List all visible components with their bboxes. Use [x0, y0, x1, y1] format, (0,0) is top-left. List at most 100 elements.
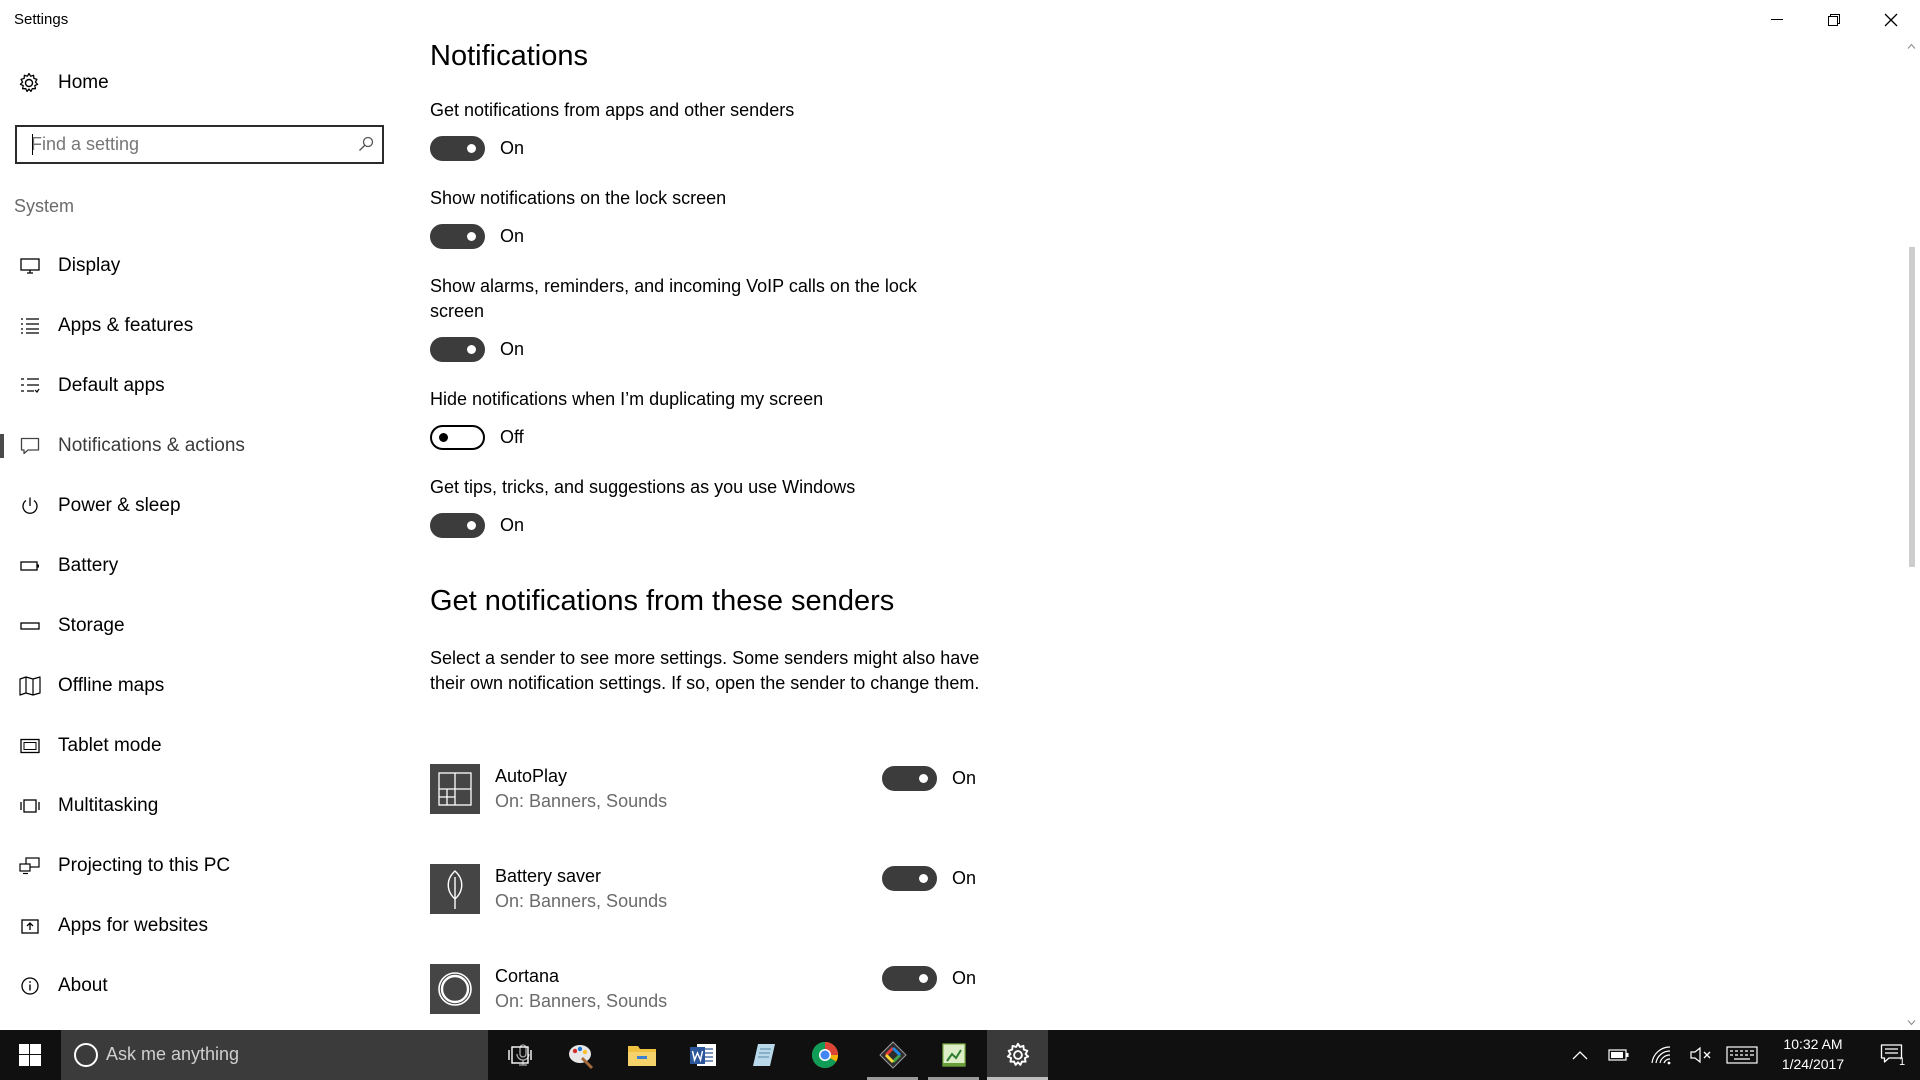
taskbar-app-settings[interactable]	[987, 1030, 1048, 1080]
sidebar: Home System Display Apps & features Defa…	[0, 40, 400, 1030]
close-button[interactable]	[1862, 0, 1919, 40]
taskbar-app-notes[interactable]	[733, 1030, 794, 1080]
sender-autoplay[interactable]: AutoPlay On: Banners, Sounds On	[430, 764, 1030, 816]
search-icon[interactable]	[358, 136, 374, 152]
volume-muted-icon	[1690, 1046, 1711, 1064]
multitasking-icon	[20, 799, 40, 813]
scrollbar-thumb[interactable]	[1909, 247, 1915, 567]
paint-icon	[568, 1045, 593, 1070]
setting-label: Hide notifications when I’m duplicating …	[430, 389, 824, 409]
sidebar-item-label: Apps & features	[58, 315, 194, 336]
taskbar-app-sheet[interactable]	[923, 1030, 984, 1080]
default-apps-icon	[21, 378, 40, 393]
toggle-switch[interactable]	[430, 223, 485, 249]
clock-date: 1/24/2017	[1781, 1056, 1845, 1072]
sender-toggle[interactable]: On	[882, 966, 976, 991]
network-tray-button[interactable]	[1644, 1030, 1678, 1080]
sidebar-item-battery[interactable]: Battery	[0, 546, 400, 586]
toggle-switch[interactable]	[882, 966, 937, 991]
sidebar-item-default-apps[interactable]: Default apps	[0, 366, 400, 406]
sender-detail: On: Banners, Sounds	[495, 991, 668, 1011]
clock-time: 10:32 AM	[1783, 1036, 1843, 1052]
battery-icon	[20, 561, 39, 571]
cortana-search-box[interactable]: Ask me anything	[61, 1030, 530, 1080]
show-hidden-icons-button[interactable]	[1564, 1030, 1596, 1080]
sidebar-item-multitasking[interactable]: Multitasking	[0, 786, 400, 826]
window-title: Settings	[14, 11, 69, 28]
setting-label: Get notifications from apps and other se…	[430, 100, 795, 120]
cortana-circle-icon	[74, 1043, 98, 1067]
toggle-state-label: On	[952, 968, 977, 988]
text-cursor	[32, 134, 33, 155]
sidebar-item-tablet-mode[interactable]: Tablet mode	[0, 726, 400, 766]
sender-detail: On: Banners, Sounds	[495, 891, 668, 911]
volume-tray-button[interactable]	[1684, 1030, 1718, 1080]
map-icon	[19, 676, 41, 696]
search-input[interactable]	[17, 127, 347, 162]
taskbar-app-snipping[interactable]	[862, 1030, 923, 1080]
toggle-state-label: Off	[500, 426, 524, 447]
sidebar-item-apps-websites[interactable]: Apps for websites	[0, 906, 400, 946]
sidebar-item-power-sleep[interactable]: Power & sleep	[0, 486, 400, 526]
sidebar-item-storage[interactable]: Storage	[0, 606, 400, 646]
scroll-up-icon[interactable]	[1907, 42, 1916, 51]
toggle-switch[interactable]	[430, 336, 485, 362]
toggle-get-notifications[interactable]: On	[430, 135, 524, 161]
sender-toggle[interactable]: On	[882, 866, 976, 891]
chrome-icon	[811, 1041, 838, 1069]
sidebar-item-label: Offline maps	[58, 675, 165, 696]
battery-tray-button[interactable]	[1602, 1030, 1636, 1080]
tablet-icon	[20, 738, 40, 754]
task-view-button[interactable]	[489, 1030, 550, 1080]
toggle-lock-screen[interactable]: On	[430, 223, 524, 249]
toggle-switch[interactable]	[430, 512, 485, 538]
home-label: Home	[58, 72, 109, 93]
minimize-button[interactable]	[1748, 0, 1805, 40]
home-nav-item[interactable]: Home	[18, 68, 109, 98]
sidebar-item-display[interactable]: Display	[0, 246, 400, 286]
taskbar-app-chrome[interactable]	[794, 1030, 855, 1080]
search-box[interactable]	[15, 125, 384, 164]
toggle-switch[interactable]	[882, 866, 937, 891]
start-button[interactable]	[0, 1030, 60, 1080]
section-label: System	[14, 196, 75, 216]
taskbar-app-paint[interactable]	[550, 1030, 611, 1080]
sender-cortana[interactable]: Cortana On: Banners, Sounds On	[430, 964, 1030, 1016]
setting-label: Show notifications on the lock screen	[430, 188, 727, 208]
cortana-search-placeholder: Ask me anything	[106, 1044, 240, 1064]
restore-icon	[1827, 14, 1840, 26]
sidebar-item-offline-maps[interactable]: Offline maps	[0, 666, 400, 706]
taskbar-app-word[interactable]	[672, 1030, 733, 1080]
taskbar-app-file-explorer[interactable]	[611, 1030, 672, 1080]
sidebar-item-about[interactable]: About	[0, 966, 400, 1006]
toggle-switch[interactable]	[430, 135, 485, 161]
toggle-hide-duplicating[interactable]: Off	[430, 424, 524, 450]
vertical-scrollbar[interactable]	[1903, 40, 1920, 1030]
sender-battery-saver[interactable]: Battery saver On: Banners, Sounds On	[430, 864, 1030, 916]
sidebar-item-label: Tablet mode	[58, 735, 162, 756]
notification-icon	[20, 437, 40, 455]
keyboard-icon	[1726, 1046, 1758, 1064]
toggle-switch[interactable]	[882, 766, 937, 791]
sender-toggle[interactable]: On	[882, 766, 976, 791]
setting-label: Show alarms, reminders, and incoming VoI…	[430, 276, 917, 321]
sidebar-item-label: Default apps	[58, 375, 165, 396]
sidebar-item-notifications[interactable]: Notifications & actions	[0, 426, 400, 466]
action-center-button[interactable]: 1	[1866, 1030, 1920, 1080]
sidebar-item-projecting[interactable]: Projecting to this PC	[0, 846, 400, 886]
sidebar-item-apps-features[interactable]: Apps & features	[0, 306, 400, 346]
sender-name: Cortana	[495, 966, 560, 986]
touch-keyboard-button[interactable]	[1722, 1030, 1762, 1080]
restore-button[interactable]	[1805, 0, 1862, 40]
taskbar-clock[interactable]: 10:32 AM 1/24/2017	[1760, 1034, 1866, 1074]
sender-name: AutoPlay	[495, 766, 568, 786]
battery-tray-icon	[1608, 1049, 1629, 1061]
taskbar: Ask me anything 10:32 AM 1/24/2017 1	[0, 1030, 1920, 1080]
notes-icon	[752, 1044, 775, 1066]
toggle-tips-tricks[interactable]: On	[430, 512, 524, 538]
windows-logo-icon	[19, 1044, 41, 1066]
scroll-down-icon[interactable]	[1907, 1018, 1916, 1027]
toggle-state-label: On	[952, 768, 977, 788]
toggle-alarms-voip[interactable]: On	[430, 336, 524, 362]
toggle-switch[interactable]	[430, 424, 485, 450]
